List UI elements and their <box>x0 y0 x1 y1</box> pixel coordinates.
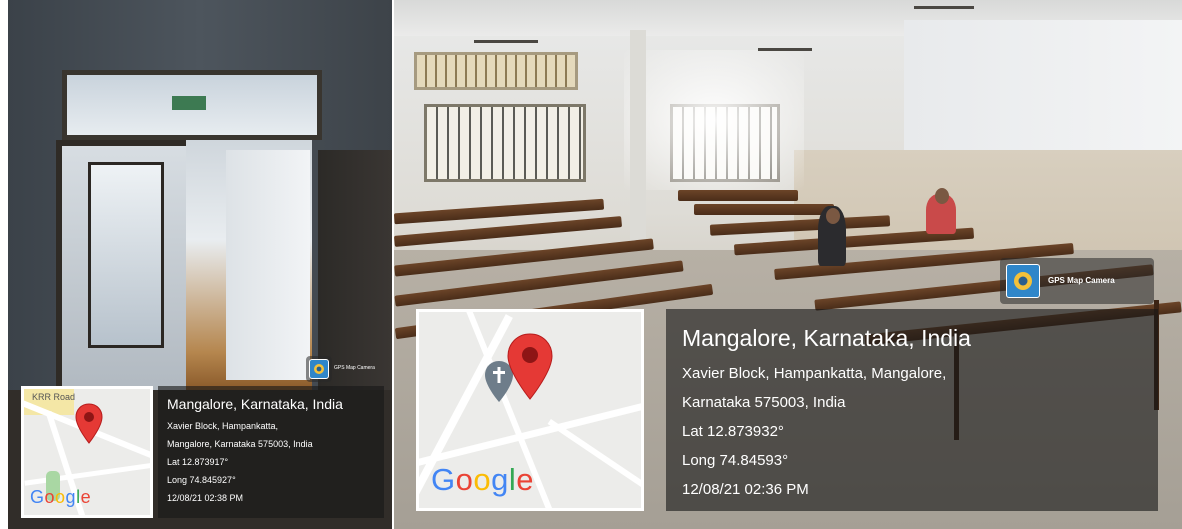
bench <box>678 190 798 201</box>
location-title: Mangalore, Karnataka, India <box>167 396 343 412</box>
exit-sign <box>172 96 206 110</box>
ceiling-fan <box>474 40 538 43</box>
bench <box>694 204 834 215</box>
map-road <box>547 418 641 492</box>
sunlight-glare <box>624 50 804 190</box>
latitude: Lat 12.873917° <box>167 457 229 467</box>
gps-map-camera-icon <box>309 359 329 379</box>
latitude: Lat 12.873932° <box>682 423 784 440</box>
door-glass-panel <box>88 162 164 348</box>
app-badge: GPS Map Camera <box>1000 258 1154 304</box>
timestamp: 12/08/21 02:36 PM <box>682 481 809 498</box>
address-line-1: Xavier Block, Hampankatta, <box>167 421 279 431</box>
timestamp: 12/08/21 02:38 PM <box>167 493 244 503</box>
google-logo: Google <box>30 487 92 507</box>
address-line-2: Mangalore, Karnataka 575003, India <box>167 439 313 449</box>
student-face <box>935 188 949 204</box>
google-logo: Google <box>431 462 535 497</box>
app-badge-label: GPS Map Camera <box>1048 276 1115 285</box>
camera-lens-icon <box>314 364 324 374</box>
location-title: Mangalore, Karnataka, India <box>682 325 971 351</box>
barred-window <box>424 104 586 182</box>
longitude: Long 74.84593° <box>682 452 789 469</box>
location-pin-icon <box>75 403 103 444</box>
map-road-label: KRR Road <box>32 392 76 402</box>
pillar <box>630 30 646 250</box>
location-info-panel: Mangalore, Karnataka, India Xavier Block… <box>666 309 1158 511</box>
address-line-2: Karnataka 575003, India <box>682 394 846 411</box>
map-road <box>24 461 150 486</box>
ceiling-fan <box>758 48 812 51</box>
address-line-1: Xavier Block, Hampankatta, Mangalore, <box>682 365 947 382</box>
photo-collage: GPS Map Camera KRR Road Google Mangalore… <box>0 0 1182 529</box>
gps-map-camera-icon <box>1006 264 1040 298</box>
student-face <box>826 208 840 224</box>
location-map: KRR Road Google <box>21 386 153 518</box>
camera-lens-icon <box>1014 272 1032 290</box>
upper-window <box>414 52 578 90</box>
location-pin-icon <box>507 333 553 400</box>
app-badge <box>306 356 332 382</box>
corridor-side-wall <box>226 150 310 380</box>
longitude: Long 74.845927° <box>167 475 236 485</box>
right-photo-classroom: GPS Map Camera Google Mangalore, Karnata… <box>394 0 1182 529</box>
left-photo-corridor-door: GPS Map Camera KRR Road Google Mangalore… <box>8 0 392 529</box>
location-info-panel: Mangalore, Karnataka, India Xavier Block… <box>158 386 384 518</box>
app-badge-label: GPS Map Camera <box>334 365 375 371</box>
location-map: Google <box>416 309 644 511</box>
ceiling-fan <box>914 6 974 9</box>
